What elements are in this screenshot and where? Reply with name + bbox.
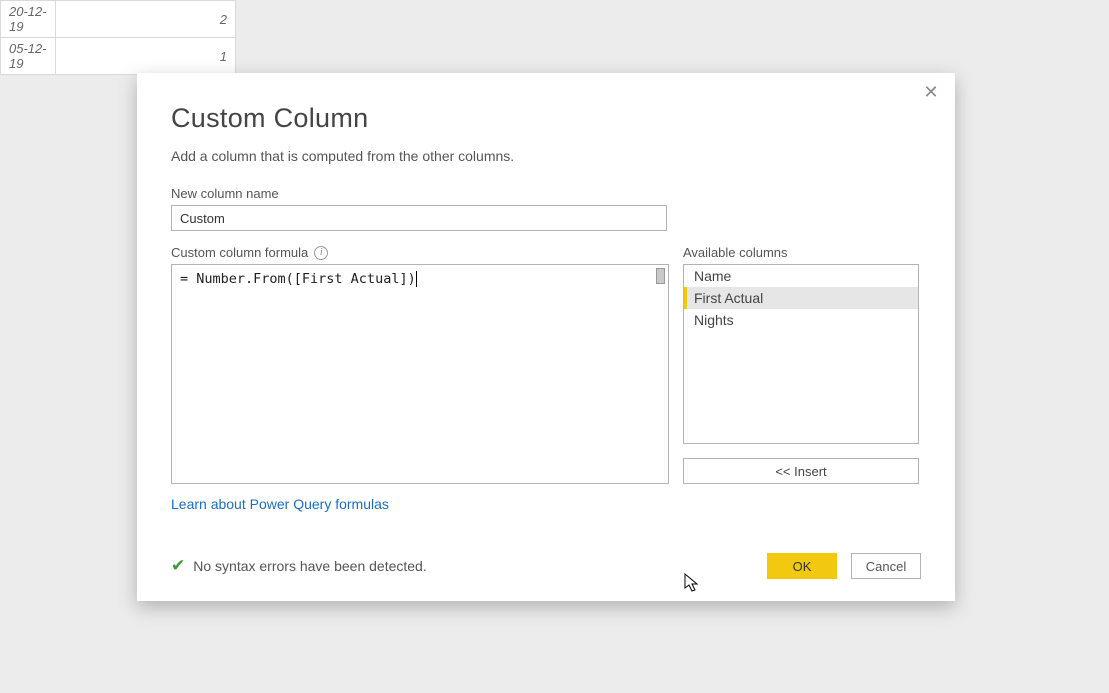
table-row: 20-12-19 2 bbox=[1, 1, 236, 38]
available-column-item-first-actual[interactable]: First Actual bbox=[684, 287, 918, 309]
new-column-name-input[interactable] bbox=[171, 205, 667, 231]
cell-value: 1 bbox=[56, 38, 236, 75]
formula-text-content: = Number.From([First Actual]) bbox=[180, 271, 416, 287]
available-columns-label: Available columns bbox=[683, 245, 919, 260]
close-button[interactable]: ✕ bbox=[921, 83, 941, 103]
formula-textarea[interactable]: = Number.From([First Actual]) bbox=[171, 264, 669, 484]
learn-link[interactable]: Learn about Power Query formulas bbox=[171, 496, 389, 512]
close-icon: ✕ bbox=[923, 82, 938, 102]
status-message: ✔ No syntax errors have been detected. bbox=[171, 556, 427, 576]
dialog-footer: ✔ No syntax errors have been detected. O… bbox=[171, 553, 921, 579]
info-icon[interactable]: i bbox=[314, 246, 328, 260]
table-row: 05-12-19 1 bbox=[1, 38, 236, 75]
checkmark-icon: ✔ bbox=[171, 556, 185, 576]
dialog-subtitle: Add a column that is computed from the o… bbox=[171, 148, 921, 164]
formula-label-text: Custom column formula bbox=[171, 245, 308, 260]
scrollbar-thumb[interactable] bbox=[656, 268, 665, 284]
available-columns-list: Name First Actual Nights bbox=[683, 264, 919, 444]
cancel-button[interactable]: Cancel bbox=[851, 553, 921, 579]
custom-column-dialog: ✕ Custom Column Add a column that is com… bbox=[137, 73, 955, 601]
insert-button[interactable]: << Insert bbox=[683, 458, 919, 484]
cell-value: 2 bbox=[56, 1, 236, 38]
dialog-title: Custom Column bbox=[171, 103, 921, 134]
cell-date: 20-12-19 bbox=[1, 1, 56, 38]
background-data-table: 20-12-19 2 05-12-19 1 bbox=[0, 0, 236, 75]
available-column-item-name[interactable]: Name bbox=[684, 265, 918, 287]
formula-label: Custom column formula i bbox=[171, 245, 669, 260]
available-column-item-nights[interactable]: Nights bbox=[684, 309, 918, 331]
cell-date: 05-12-19 bbox=[1, 38, 56, 75]
ok-button[interactable]: OK bbox=[767, 553, 837, 579]
status-text: No syntax errors have been detected. bbox=[193, 558, 426, 574]
new-column-name-label: New column name bbox=[171, 186, 921, 201]
